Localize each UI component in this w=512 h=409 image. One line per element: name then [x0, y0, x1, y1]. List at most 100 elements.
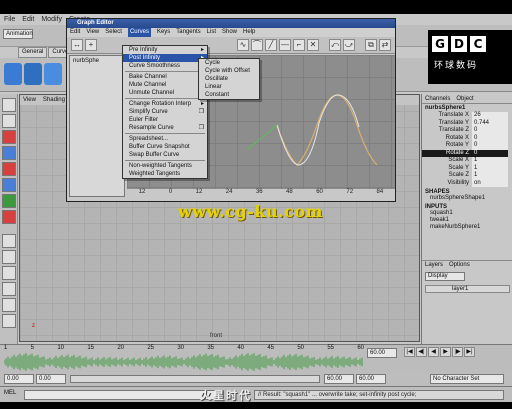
manipulator-icon[interactable]: [2, 194, 16, 208]
channel-value[interactable]: 1: [472, 172, 508, 180]
tab-layers[interactable]: Layers: [425, 261, 443, 270]
menu-modify[interactable]: Modify: [41, 14, 62, 25]
post-infinity-cycle-icon[interactable]: ⤻: [343, 39, 355, 51]
channel-row[interactable]: Rotate Y0: [422, 142, 512, 150]
paint-tool-icon[interactable]: [2, 130, 16, 144]
shelf-tab-general[interactable]: General: [18, 47, 48, 58]
play-forward-icon[interactable]: ▶: [440, 347, 451, 357]
move-key-icon[interactable]: ↔: [71, 39, 83, 51]
menu-item-buffer-curve-snapshot[interactable]: Buffer Curve Snapshot: [123, 143, 207, 151]
scale-tool-icon[interactable]: [2, 178, 16, 192]
move-tool-icon[interactable]: [2, 146, 16, 160]
channel-row[interactable]: Scale Z1: [422, 172, 512, 180]
channel-row[interactable]: Translate Y 0.744: [422, 119, 512, 127]
menu-item-spreadsheet[interactable]: Spreadsheet...: [123, 135, 207, 143]
channel-row[interactable]: Translate X 26: [422, 112, 512, 120]
lasso-tool-icon[interactable]: [2, 114, 16, 128]
range-track[interactable]: [70, 375, 320, 383]
menu-item-post-infinity[interactable]: Post Infinity▸: [123, 54, 207, 62]
option-box-icon[interactable]: ❐: [199, 108, 204, 116]
channel-value[interactable]: 0: [472, 142, 508, 150]
buffer-curve-icon[interactable]: ⧉: [365, 39, 377, 51]
ge-menu-view[interactable]: View: [86, 28, 99, 37]
channel-row[interactable]: Scale X1: [422, 157, 512, 165]
menu-item-simplify-curve[interactable]: Simplify Curve ❐: [123, 108, 207, 116]
menu-item-non-weighted-tangents[interactable]: Non-weighted Tangents: [123, 162, 207, 170]
channel-value[interactable]: on: [472, 179, 508, 187]
menu-item-pre-infinity[interactable]: Pre Infinity ▸: [123, 46, 207, 54]
menu-item-swap-buffer-curve[interactable]: Swap Buffer Curve: [123, 151, 207, 159]
channel-row[interactable]: Scale Y1: [422, 164, 512, 172]
step-back-icon[interactable]: ◀|: [416, 347, 427, 357]
step-forward-icon[interactable]: |▶: [452, 347, 463, 357]
layout-side-icon[interactable]: [2, 266, 16, 280]
layout-outliner-icon[interactable]: [2, 282, 16, 296]
viewport-menu-shading[interactable]: Shading: [43, 95, 65, 105]
go-to-start-icon[interactable]: |◀: [404, 347, 415, 357]
soft-mod-icon[interactable]: [2, 210, 16, 224]
flat-tangent-icon[interactable]: —: [279, 39, 291, 51]
playback-start-field[interactable]: 0.00: [36, 374, 66, 384]
ge-menu-tangents[interactable]: Tangents: [176, 28, 200, 37]
ge-menu-show[interactable]: Show: [222, 28, 237, 37]
menu-item-weighted-tangents[interactable]: Weighted Tangents: [123, 170, 207, 178]
channel-row[interactable]: Rotate Z0: [422, 149, 512, 157]
cylinder-icon[interactable]: [44, 63, 62, 85]
start-time-field[interactable]: 0.00: [4, 374, 34, 384]
ge-menu-edit[interactable]: Edit: [70, 28, 80, 37]
input-make-nurb-sphere[interactable]: makeNurbSphere1: [422, 224, 512, 231]
input-squash[interactable]: squash1: [422, 210, 512, 217]
channel-row[interactable]: Rotate X0: [422, 134, 512, 142]
pre-infinity-cycle-icon[interactable]: ⤺: [329, 39, 341, 51]
menu-item-cycle[interactable]: Cycle: [199, 59, 259, 67]
menu-item-mute-channel[interactable]: Mute Channel: [123, 81, 207, 89]
select-tool-icon[interactable]: [2, 98, 16, 112]
ge-menu-list[interactable]: List: [207, 28, 216, 37]
channel-value[interactable]: 0.744: [472, 119, 508, 127]
sphere-icon[interactable]: [4, 63, 22, 85]
viewport-menu-view[interactable]: View: [23, 95, 36, 105]
channel-value[interactable]: 1: [472, 164, 508, 172]
channel-value[interactable]: 0: [472, 127, 508, 135]
cube-icon[interactable]: [24, 63, 42, 85]
time-slider[interactable]: 1 5 10 15 20 25 30 35 40 45 50 55 60 60.00 |◀ ◀| ◀ ▶…: [0, 344, 512, 372]
step-tangent-icon[interactable]: ⌐: [293, 39, 305, 51]
play-back-icon[interactable]: ◀: [428, 347, 439, 357]
channel-value[interactable]: 1: [472, 157, 508, 165]
menu-item-cycle-with-offset[interactable]: Cycle with Offset: [199, 67, 259, 75]
break-tangent-icon[interactable]: ✕: [307, 39, 319, 51]
layer-mode-dropdown[interactable]: Display: [425, 272, 465, 281]
input-tweak[interactable]: tweak1: [422, 217, 512, 224]
menu-item-bake-channel[interactable]: Bake Channel: [123, 73, 207, 81]
option-box-icon[interactable]: ❐: [199, 124, 204, 132]
rotate-tool-icon[interactable]: [2, 162, 16, 176]
channel-value[interactable]: 0: [472, 149, 508, 157]
channel-value[interactable]: 26: [472, 112, 508, 120]
end-time-field[interactable]: 60.00: [356, 374, 386, 384]
channel-row[interactable]: Visibility on: [422, 179, 512, 187]
layout-single-icon[interactable]: [2, 234, 16, 248]
channel-row[interactable]: Translate Z0: [422, 127, 512, 135]
mode-selector[interactable]: Animation: [3, 29, 33, 39]
menu-item-resample-curve[interactable]: Resample Curve ❐: [123, 124, 207, 132]
ge-menu-help[interactable]: Help: [243, 28, 255, 37]
spline-tangent-icon[interactable]: ∿: [237, 39, 249, 51]
current-frame-field[interactable]: 60.00: [367, 348, 397, 358]
menu-file[interactable]: File: [4, 14, 15, 25]
menu-item-linear[interactable]: Linear: [199, 83, 259, 91]
ge-menu-keys[interactable]: Keys: [157, 28, 170, 37]
insert-key-icon[interactable]: +: [85, 39, 97, 51]
tab-object[interactable]: Object: [456, 94, 473, 103]
go-to-end-icon[interactable]: ▶|: [464, 347, 475, 357]
layout-custom-icon[interactable]: [2, 314, 16, 328]
command-input[interactable]: [24, 390, 224, 400]
outliner-item[interactable]: nurbSphe: [70, 56, 124, 66]
menu-edit[interactable]: Edit: [22, 14, 34, 25]
menu-item-constant[interactable]: Constant: [199, 91, 259, 99]
linear-tangent-icon[interactable]: ╱: [265, 39, 277, 51]
menu-item-curve-smoothness[interactable]: Curve Smoothness▸: [123, 62, 207, 70]
ge-menu-select[interactable]: Select: [105, 28, 122, 37]
character-set-dropdown[interactable]: No Character Set: [430, 374, 504, 384]
menu-item-euler-filter[interactable]: Euler Filter: [123, 116, 207, 124]
channel-value[interactable]: 0: [472, 134, 508, 142]
